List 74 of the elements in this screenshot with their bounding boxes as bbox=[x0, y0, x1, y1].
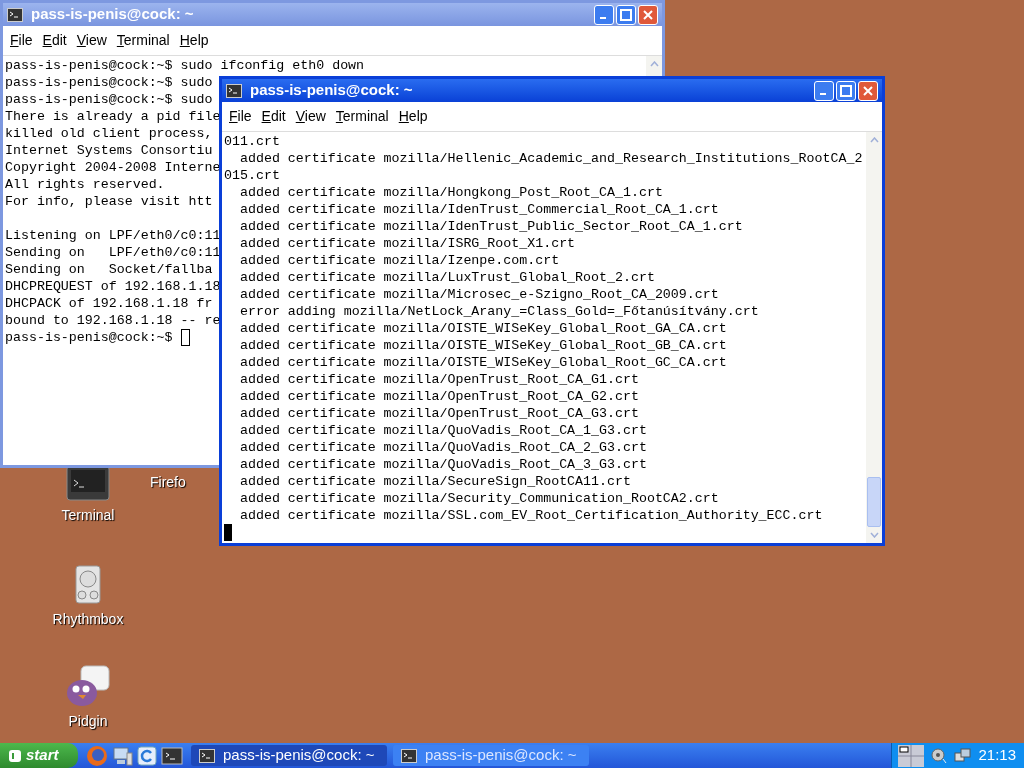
terminal-line: error adding mozilla/NetLock_Arany_=Class_Gold=_Főtanúsítvány.crt bbox=[238, 303, 759, 320]
terminal-line: added certificate mozilla/LuxTrust_Global_Root_2.crt bbox=[238, 269, 655, 286]
menu-item[interactable]: File bbox=[229, 106, 252, 127]
pidgin-icon[interactable] bbox=[65, 665, 111, 707]
terminal-line: Internet Systems Consortiu bbox=[5, 142, 213, 159]
menu-item[interactable]: View bbox=[295, 106, 326, 127]
terminal-line: added certificate mozilla/OISTE_WISeKey_Global_Root_GA_CA.crt bbox=[238, 320, 727, 337]
menu-item[interactable]: File bbox=[10, 30, 33, 51]
workspace-switcher-icon[interactable] bbox=[898, 744, 925, 767]
menu-item[interactable]: View bbox=[76, 30, 107, 51]
terminal-line: added certificate mozilla/SecureSign_RootCA11.crt bbox=[238, 473, 631, 490]
terminal-line: Sending on LPF/eth0/c0:11 bbox=[5, 244, 221, 261]
terminal-line: All rights reserved. bbox=[5, 176, 165, 193]
computer-icon[interactable] bbox=[111, 744, 133, 767]
terminal-icon bbox=[401, 748, 417, 763]
terminal-icon[interactable] bbox=[161, 745, 183, 766]
terminal-icon bbox=[7, 7, 23, 22]
terminal-line: bound to 192.168.1.18 -- re bbox=[5, 312, 221, 329]
menu-item[interactable]: Terminal bbox=[116, 30, 170, 51]
menu-item[interactable]: Edit bbox=[42, 30, 67, 51]
taskbar-button[interactable]: pass-is-penis@cock: ~ bbox=[191, 745, 387, 766]
network-icon[interactable] bbox=[954, 746, 973, 765]
menu-item[interactable]: Help bbox=[398, 106, 428, 127]
scrollbar[interactable] bbox=[866, 132, 882, 543]
terminal-icon bbox=[226, 83, 242, 98]
terminal-line: added certificate mozilla/Hellenic_Academic_and_Research_Institutions_RootCA_2 bbox=[238, 150, 863, 167]
scroll-thumb[interactable] bbox=[867, 477, 881, 527]
terminal-line: There is already a pid file bbox=[5, 108, 221, 125]
terminal-line: added certificate mozilla/OpenTrust_Root_CA_G3.crt bbox=[238, 405, 639, 422]
clock: 21:13 bbox=[978, 745, 1016, 766]
icon-label[interactable]: Firefo bbox=[150, 472, 186, 493]
minimize-button[interactable] bbox=[814, 80, 834, 101]
terminal-line: For info, please visit htt bbox=[5, 193, 213, 210]
terminal-line: Listening on LPF/eth0/c0:11 bbox=[5, 227, 221, 244]
terminal-icon bbox=[199, 748, 215, 763]
window-title: pass-is-penis@cock: ~ bbox=[250, 80, 414, 101]
terminal-line: added certificate mozilla/Hongkong_Post_Root_CA_1.crt bbox=[238, 184, 663, 201]
terminal-line: added certificate mozilla/ISRG_Root_X1.crt bbox=[238, 235, 576, 252]
terminal-line: added certificate mozilla/Microsec_e-Szigno_Root_CA_2009.crt bbox=[238, 286, 719, 303]
minimize-button[interactable] bbox=[594, 4, 614, 25]
terminal-line: pass-is-penis@cock:~$ sudo bbox=[5, 91, 213, 108]
terminal-line: killed old client process, bbox=[5, 125, 213, 142]
terminal-line: pass-is-penis@cock:~$ bbox=[5, 329, 174, 346]
terminal-line: pass-is-penis@cock:~$ sudo bbox=[5, 74, 213, 91]
terminal-line: added certificate mozilla/SSL.com_EV_Root_Certification_Authority_ECC.crt bbox=[238, 507, 823, 524]
browser-icon[interactable] bbox=[136, 744, 158, 767]
terminal-line: added certificate mozilla/QuoVadis_Root_CA_1_G3.crt bbox=[238, 422, 647, 439]
terminal-line: Copyright 2004-2008 Interne bbox=[5, 159, 221, 176]
menu-item[interactable]: Help bbox=[179, 30, 209, 51]
terminal-line: added certificate mozilla/IdenTrust_Public_Sector_Root_CA_1.crt bbox=[238, 218, 743, 235]
icon-label[interactable]: Terminal bbox=[61, 505, 115, 526]
terminal-line: added certificate mozilla/IdenTrust_Commercial_Root_CA_1.crt bbox=[238, 201, 719, 218]
icon-label[interactable]: Pidgin bbox=[68, 711, 108, 732]
speaker-icon[interactable] bbox=[930, 746, 949, 765]
terminal-line: Sending on Socket/fallba bbox=[5, 261, 213, 278]
icon-label[interactable]: Rhythmbox bbox=[52, 609, 124, 630]
terminal-line: added certificate mozilla/QuoVadis_Root_CA_2_G3.crt bbox=[238, 439, 647, 456]
terminal-line: added certificate mozilla/QuoVadis_Root_CA_3_G3.crt bbox=[238, 456, 647, 473]
terminal-line: 011.crt bbox=[224, 133, 280, 150]
terminal-line: added certificate mozilla/OISTE_WISeKey_Global_Root_GC_CA.crt bbox=[238, 354, 727, 371]
terminal-line: DHCPREQUEST of 192.168.1.18 bbox=[5, 278, 221, 295]
terminal-line: added certificate mozilla/Security_Communication_RootCA2.crt bbox=[238, 490, 719, 507]
terminal-line: pass-is-penis@cock:~$ sudo ifconfig eth0 down bbox=[5, 57, 365, 74]
terminal-line: added certificate mozilla/OISTE_WISeKey_Global_Root_GB_CA.crt bbox=[238, 337, 727, 354]
menu-item[interactable]: Edit bbox=[261, 106, 286, 127]
windows-flag-icon bbox=[8, 748, 22, 763]
terminal-line: 015.crt bbox=[224, 167, 280, 184]
terminal-line: added certificate mozilla/OpenTrust_Root_CA_G2.crt bbox=[238, 388, 639, 405]
window-title: pass-is-penis@cock: ~ bbox=[31, 4, 195, 25]
terminal-line: DHCPACK of 192.168.1.18 fr bbox=[5, 295, 213, 312]
terminal-line: added certificate mozilla/Izenpe.com.crt bbox=[238, 252, 560, 269]
menu-item[interactable]: Terminal bbox=[335, 106, 389, 127]
terminal-line: added certificate mozilla/OpenTrust_Root_CA_G1.crt bbox=[238, 371, 639, 388]
terminal-icon[interactable] bbox=[66, 465, 110, 501]
